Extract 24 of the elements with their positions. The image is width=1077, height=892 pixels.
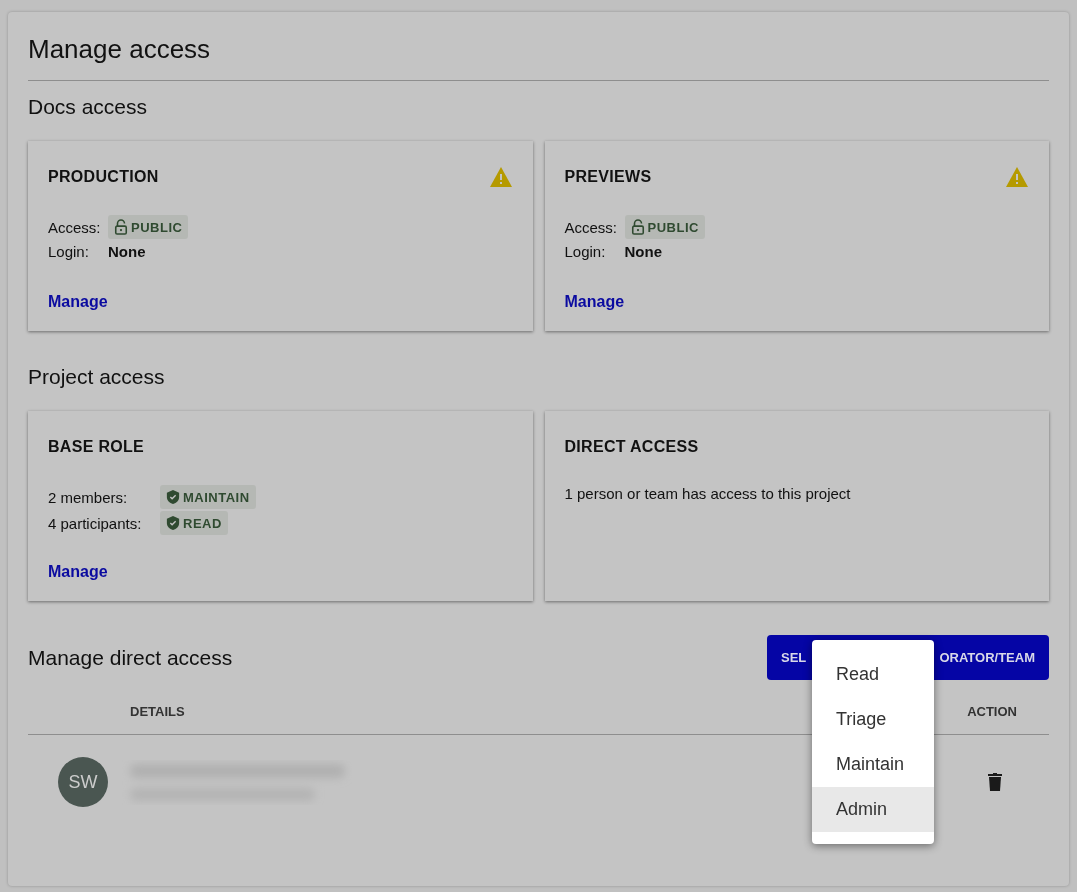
page-title: Manage access	[28, 34, 212, 66]
field-label: 4 participants:	[48, 514, 143, 532]
access-badge: PUBLIC	[624, 215, 705, 239]
field-label: Login:	[48, 243, 90, 260]
card-title: BASE ROLE	[48, 438, 145, 456]
access-badge: MAINTAIN	[160, 485, 256, 509]
card-title: PRODUCTION	[48, 168, 159, 186]
access-badge: READ	[160, 511, 228, 535]
avatar: SW	[58, 757, 108, 807]
column-header: DETAILS	[130, 703, 185, 719]
column-header: ACTION	[967, 703, 1017, 719]
field-value: None	[108, 243, 147, 260]
field-label: 2 members:	[48, 488, 129, 506]
section-heading: Docs access	[28, 95, 149, 119]
card-text: 1 person or team has access to this project	[564, 485, 852, 502]
card-title: PREVIEWS	[564, 168, 652, 186]
field-label: Access:	[48, 218, 102, 236]
field-label: Access:	[564, 218, 618, 236]
field-label: Login:	[564, 243, 607, 260]
field-value: None	[624, 243, 663, 260]
section-heading: Project access	[28, 365, 166, 389]
section-heading: Manage direct access	[28, 645, 233, 670]
access-badge: PUBLIC	[108, 215, 189, 239]
card-title: DIRECT ACCESS	[564, 438, 699, 456]
